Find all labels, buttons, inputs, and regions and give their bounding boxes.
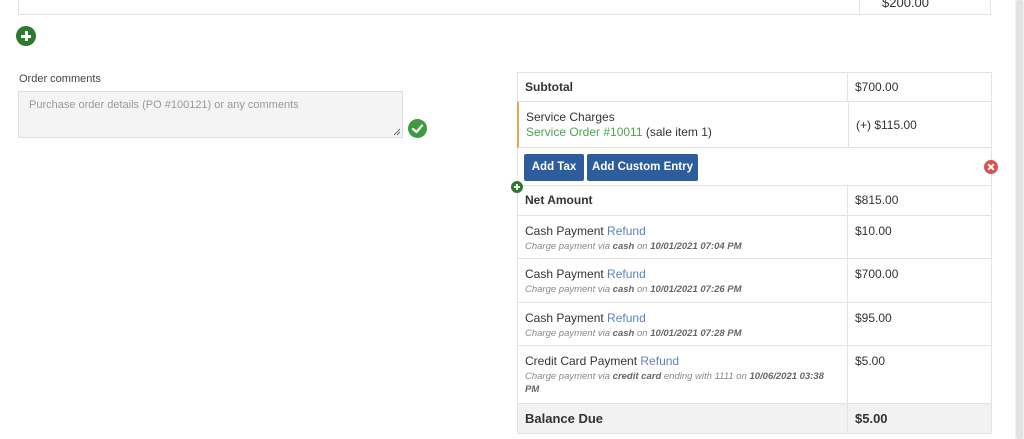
add-entry-icon[interactable] [511, 181, 523, 193]
balance-due-row: Balance Due $5.00 [517, 404, 992, 434]
service-order-link[interactable]: Service Order #10011 [526, 125, 643, 139]
net-amount-value: $815.00 [855, 193, 899, 207]
refund-link[interactable]: Refund [607, 267, 646, 281]
scrollbar-thumb[interactable] [1016, 0, 1023, 439]
payment-detail-mid: on [636, 241, 648, 252]
payment-method: cash [612, 241, 635, 252]
order-comments-label: Order comments [19, 73, 101, 85]
payment-row: Cash Payment Refund Charge payment via c… [517, 303, 992, 346]
payment-row: Cash Payment Refund Charge payment via c… [517, 259, 992, 303]
payment-title: Cash Payment [525, 267, 604, 281]
net-amount-row: Net Amount $815.00 [517, 186, 992, 216]
payment-date: 10/01/2021 07:04 PM [650, 241, 742, 252]
payment-detail-mid: on [636, 284, 648, 295]
previous-line-item-row: $200.00 [18, 0, 991, 15]
payment-detail-prefix: Charge payment via [525, 241, 611, 252]
service-order-note: (sale item 1) [645, 125, 712, 139]
add-custom-entry-button[interactable]: Add Custom Entry [587, 154, 698, 181]
payment-detail-mid: on [636, 328, 648, 339]
payment-detail-mid: ending with 1111 on [663, 371, 747, 382]
payment-amount: $700.00 [855, 267, 899, 281]
payment-detail-prefix: Charge payment via [525, 284, 611, 295]
payment-date: 10/01/2021 07:28 PM [650, 328, 742, 339]
payment-title: Cash Payment [525, 224, 604, 238]
line-item-amount: $200.00 [882, 0, 929, 10]
subtotal-label: Subtotal [518, 73, 848, 101]
payment-method: credit card [612, 371, 662, 382]
service-order-line: Service Order #10011 (sale item 1) [526, 125, 841, 140]
payment-detail: Charge payment via credit card ending wi… [525, 370, 840, 396]
payment-info: Cash Payment Refund Charge payment via c… [518, 216, 848, 258]
payment-date: 10/01/2021 07:26 PM [650, 284, 742, 295]
add-line-item-icon[interactable] [16, 26, 36, 46]
net-amount-label: Net Amount [518, 186, 848, 215]
order-summary-table: Subtotal $700.00 Service Charges Service… [517, 72, 992, 434]
payment-method: cash [612, 328, 635, 339]
payment-title: Credit Card Payment [525, 354, 638, 368]
resize-grip-icon[interactable] [393, 128, 401, 136]
vertical-scrollbar[interactable] [1015, 0, 1024, 439]
payment-detail: Charge payment via cash on 10/01/2021 07… [525, 283, 840, 296]
payment-info: Cash Payment Refund Charge payment via c… [518, 303, 848, 345]
action-button-bar: Add Tax Add Custom Entry [517, 148, 992, 186]
balance-due-amount: $5.00 [855, 411, 888, 426]
payment-method: cash [612, 284, 635, 295]
payment-row: Credit Card Payment Refund Charge paymen… [517, 346, 992, 404]
payment-amount: $5.00 [855, 354, 886, 368]
payment-info: Credit Card Payment Refund Charge paymen… [518, 346, 848, 403]
subtotal-amount: $700.00 [855, 80, 899, 94]
payment-detail-prefix: Charge payment via [525, 371, 611, 382]
balance-due-label: Balance Due [518, 404, 848, 433]
service-charges-row: Service Charges Service Order #10011 (sa… [517, 102, 992, 148]
refund-link[interactable]: Refund [607, 224, 646, 238]
payment-amount: $95.00 [855, 311, 892, 325]
payment-title: Cash Payment [525, 311, 604, 325]
payment-amount: $10.00 [855, 224, 892, 238]
service-charges-amount: (+) $115.00 [856, 118, 917, 132]
save-comment-check-icon[interactable] [408, 119, 427, 138]
order-comments-input[interactable] [18, 91, 403, 138]
refund-link[interactable]: Refund [607, 311, 646, 325]
service-charges-cell: Service Charges Service Order #10011 (sa… [519, 102, 849, 147]
refund-link[interactable]: Refund [640, 354, 679, 368]
payment-detail-prefix: Charge payment via [525, 328, 611, 339]
payment-detail: Charge payment via cash on 10/01/2021 07… [525, 240, 840, 253]
service-charges-label: Service Charges [526, 110, 615, 124]
cell-divider [859, 0, 860, 15]
payment-info: Cash Payment Refund Charge payment via c… [518, 259, 848, 302]
remove-entry-icon[interactable] [984, 160, 998, 174]
add-tax-button[interactable]: Add Tax [524, 154, 584, 181]
payment-row: Cash Payment Refund Charge payment via c… [517, 216, 992, 259]
subtotal-row: Subtotal $700.00 [517, 72, 992, 102]
payment-detail: Charge payment via cash on 10/01/2021 07… [525, 327, 840, 340]
